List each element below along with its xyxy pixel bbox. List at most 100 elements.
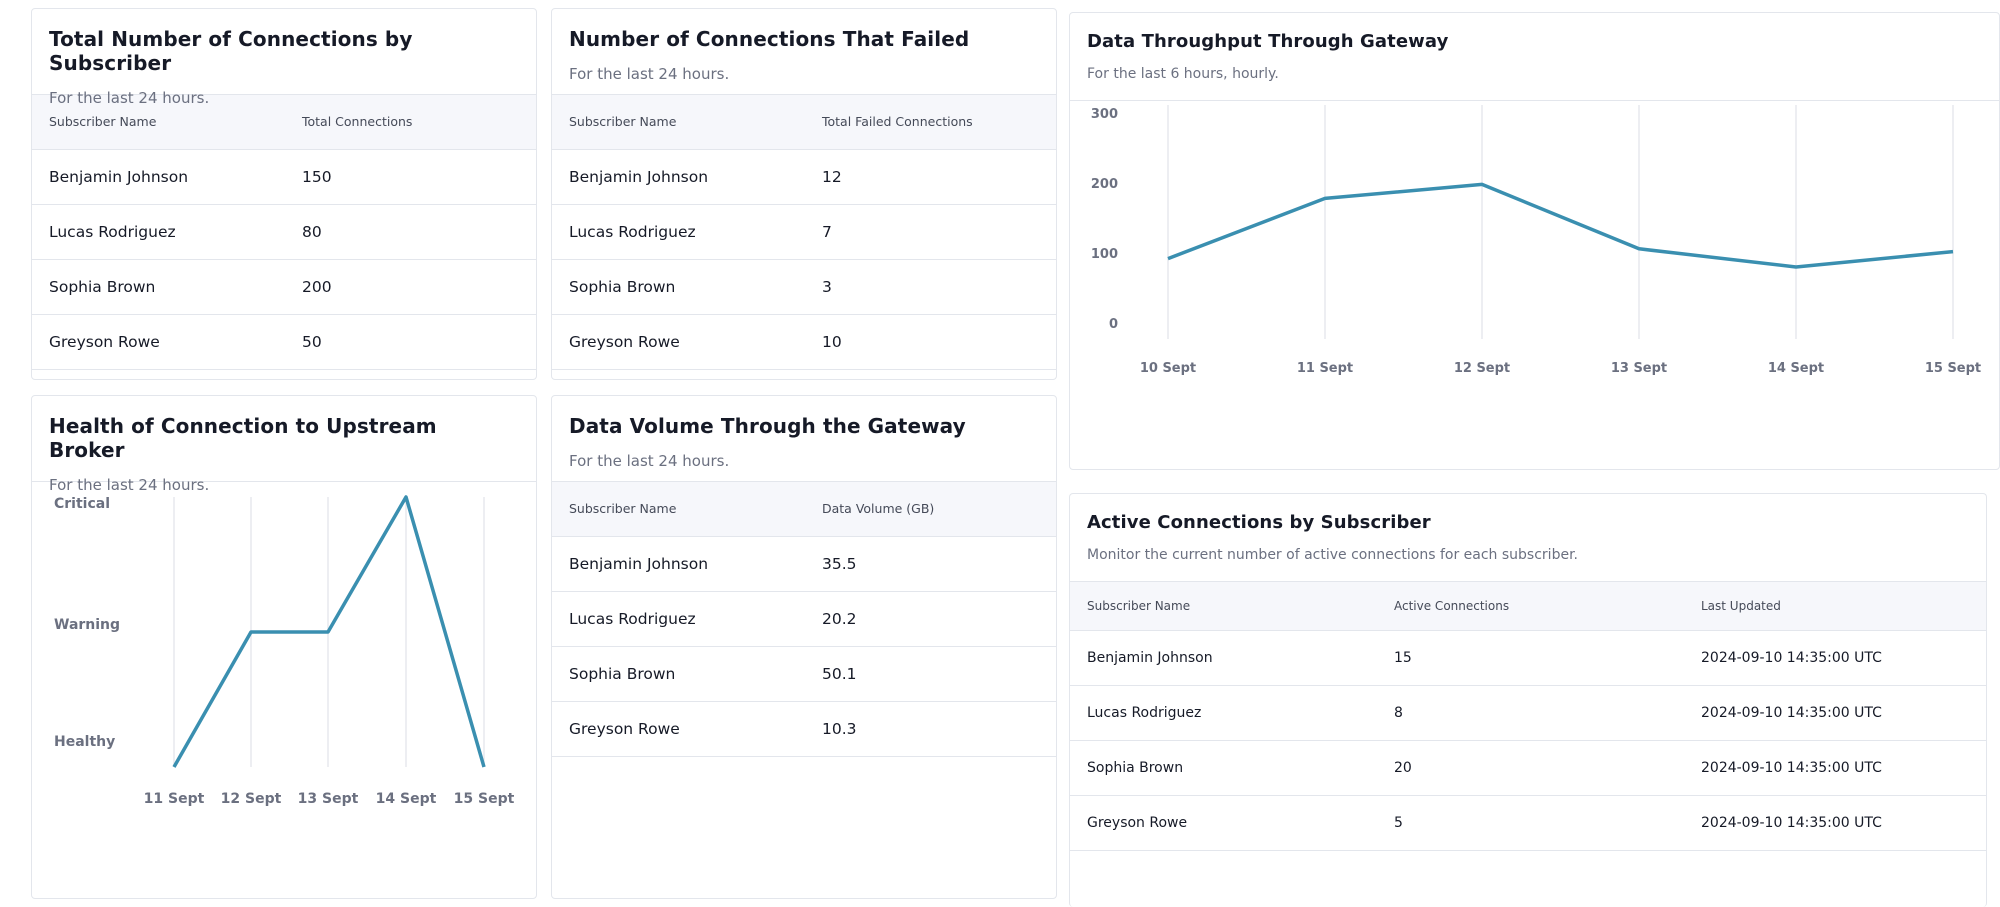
y-tick-label: Critical [54,496,110,512]
card-title: Data Throughput Through Gateway [1087,31,1449,52]
card-title: Total Number of Connections by Subscribe… [49,27,413,75]
subscriber-name-cell: Sophia Brown [552,259,805,315]
card-title: Health of Connection to Upstream Broker [49,414,437,462]
subscriber-name-cell: Greyson Rowe [552,701,805,757]
table-row[interactable]: Lucas Rodriguez 20.2 [552,591,1056,647]
table-row[interactable]: Greyson Rowe 10 [552,314,1056,370]
table-row[interactable]: Greyson Rowe 5 2024-09-10 14:35:00 UTC [1070,795,1986,851]
x-tick-label: 14 Sept [1768,361,1824,376]
card-subtitle: For the last 24 hours. [569,452,730,470]
column-header[interactable]: Total Failed Connections [805,95,1056,150]
throughput-line-chart: 10 Sept 11 Sept 12 Sept 13 Sept 14 Sept 15 Se… [1091,105,1981,376]
table-row[interactable]: Sophia Brown 200 [32,259,536,315]
value-cell: 12 [805,149,1056,205]
value-cell: 20.2 [805,591,1056,647]
subscriber-name-cell: Greyson Rowe [32,314,285,370]
table-header-row: Subscriber Name Total Failed Connections [552,95,1056,150]
value-cell: 8 [1377,685,1684,741]
card-title: Active Connections by Subscriber [1087,512,1431,533]
value-cell: 5 [1377,795,1684,851]
table-row[interactable]: Lucas Rodriguez 80 [32,204,536,260]
value-cell: 150 [285,149,536,205]
active-connections-table: Subscriber Name Active Connections Last … [1070,582,1986,851]
column-header[interactable]: Subscriber Name [552,482,805,537]
table-row[interactable]: Sophia Brown 3 [552,259,1056,315]
table-row[interactable]: Benjamin Johnson 35.5 [552,536,1056,592]
timestamp-cell: 2024-09-10 14:35:00 UTC [1684,795,1986,851]
subscriber-name-cell: Lucas Rodriguez [552,204,805,260]
table-row[interactable]: Sophia Brown 50.1 [552,646,1056,702]
column-header[interactable]: Last Updated [1684,582,1986,631]
table-row[interactable]: Benjamin Johnson 150 [32,149,536,205]
table-header-row: Subscriber Name Active Connections Last … [1070,582,1986,631]
x-tick-label: 15 Sept [454,791,515,807]
value-cell: 80 [285,204,536,260]
value-cell: 35.5 [805,536,1056,592]
failed-connections-table: Subscriber Name Total Failed Connections… [552,95,1056,370]
x-tick-label: 10 Sept [1140,361,1196,376]
table-row[interactable]: Sophia Brown 20 2024-09-10 14:35:00 UTC [1070,740,1986,796]
x-tick-label: 13 Sept [298,791,359,807]
value-cell: 200 [285,259,536,315]
y-tick-label: 0 [1109,317,1118,332]
y-tick-label: 100 [1091,247,1118,262]
timestamp-cell: 2024-09-10 14:35:00 UTC [1684,740,1986,796]
timestamp-cell: 2024-09-10 14:35:00 UTC [1684,630,1986,686]
total-connections-table: Subscriber Name Total Connections Benjam… [32,95,536,370]
value-cell: 15 [1377,630,1684,686]
column-header[interactable]: Data Volume (GB) [805,482,1056,537]
column-header[interactable]: Subscriber Name [552,95,805,150]
column-header[interactable]: Total Connections [285,95,536,150]
health-series-line [172,495,486,768]
table-row[interactable]: Benjamin Johnson 15 2024-09-10 14:35:00 UT… [1070,630,1986,686]
value-cell: 3 [805,259,1056,315]
card-header: Data Volume Through the Gateway For the … [552,396,1056,482]
table-row[interactable]: Benjamin Johnson 12 [552,149,1056,205]
x-tick-label: 15 Sept [1925,361,1981,376]
subscriber-name-cell: Greyson Rowe [552,314,805,370]
card-title: Number of Connections That Failed [569,27,970,51]
failed-connections-card: Number of Connections That Failed For th… [551,8,1057,380]
subscriber-name-cell: Greyson Rowe [1070,795,1377,851]
x-tick-label: 11 Sept [1297,361,1353,376]
data-volume-table: Subscriber Name Data Volume (GB) Benjami… [552,482,1056,757]
subscriber-name-cell: Benjamin Johnson [552,149,805,205]
subscriber-name-cell: Benjamin Johnson [552,536,805,592]
subscriber-name-cell: Sophia Brown [552,646,805,702]
table-row[interactable]: Lucas Rodriguez 7 [552,204,1056,260]
card-header: Number of Connections That Failed For th… [552,9,1056,95]
card-header: Total Number of Connections by Subscribe… [32,9,536,107]
card-subtitle: For the last 6 hours, hourly. [1087,66,1279,82]
value-cell: 20 [1377,740,1684,796]
value-cell: 50 [285,314,536,370]
timestamp-cell: 2024-09-10 14:35:00 UTC [1684,685,1986,741]
health-card: Health of Connection to Upstream Broker … [31,395,537,899]
column-header[interactable]: Subscriber Name [1070,582,1377,631]
card-subtitle: Monitor the current number of active con… [1087,547,1578,563]
x-tick-label: 11 Sept [144,791,205,807]
card-header: Active Connections by Subscriber Monitor… [1070,494,1986,582]
card-subtitle: For the last 24 hours. [569,65,730,83]
table-row[interactable]: Lucas Rodriguez 8 2024-09-10 14:35:00 UTC [1070,685,1986,741]
x-tick-label: 12 Sept [1454,361,1510,376]
y-tick-label: 300 [1091,107,1118,122]
value-cell: 10 [805,314,1056,370]
subscriber-name-cell: Lucas Rodriguez [32,204,285,260]
value-cell: 50.1 [805,646,1056,702]
data-volume-card: Data Volume Through the Gateway For the … [551,395,1057,899]
subscriber-name-cell: Sophia Brown [32,259,285,315]
health-line-chart: 11 Sept 12 Sept 13 Sept 14 Sept 15 Sept Healt… [54,495,515,807]
card-title: Data Volume Through the Gateway [569,414,966,438]
x-tick-label: 12 Sept [221,791,282,807]
throughput-series-line [1167,182,1954,269]
total-connections-card: Total Number of Connections by Subscribe… [31,8,537,380]
subscriber-name-cell: Benjamin Johnson [32,149,285,205]
y-tick-label: Warning [54,617,120,633]
x-tick-label: 14 Sept [376,791,437,807]
value-cell: 10.3 [805,701,1056,757]
value-cell: 7 [805,204,1056,260]
table-row[interactable]: Greyson Rowe 50 [32,314,536,370]
table-row[interactable]: Greyson Rowe 10.3 [552,701,1056,757]
table-header-row: Subscriber Name Data Volume (GB) [552,482,1056,537]
column-header[interactable]: Active Connections [1377,582,1684,631]
